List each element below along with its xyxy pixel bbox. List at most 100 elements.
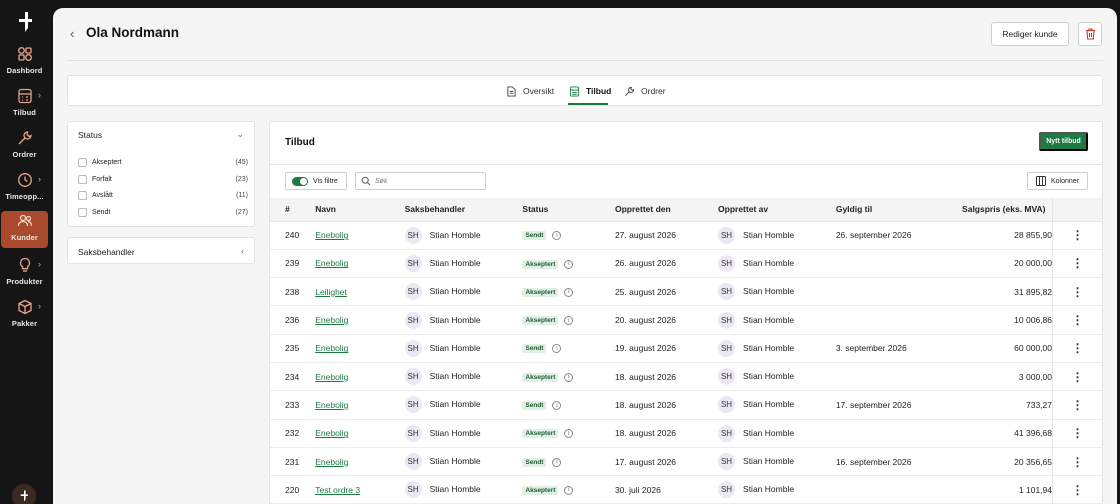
sidebar-item-ordrer[interactable]: Ordrer [1,128,48,165]
delete-button[interactable] [1078,22,1102,46]
more-options-icon[interactable]: ⋮ [1072,370,1084,384]
sidebar-item-tilbud[interactable]: › Tilbud [1,86,48,123]
actions-header [1052,198,1102,222]
column-header[interactable]: # [270,198,316,222]
offer-name-link[interactable]: Enebolig [315,315,348,325]
info-icon[interactable]: i [564,287,574,297]
creator-name: Stian Homble [743,427,795,438]
filter-option-sendt[interactable]: Sendt (27) [78,206,248,218]
info-icon[interactable]: i [564,372,574,382]
divider [270,164,1102,165]
chevron-down-icon[interactable]: ⌄ [236,129,244,140]
workspace-logo-icon[interactable] [12,484,36,504]
table-row[interactable]: 231 Enebolig SH Stian Homble Sendt i 17. augus… [270,447,1102,476]
info-icon[interactable]: i [552,457,562,467]
offer-name-link[interactable]: Enebolig [315,428,348,438]
more-options-icon[interactable]: ⋮ [1072,455,1084,469]
created-date: 18. august 2026 [614,371,676,382]
checkbox[interactable] [78,190,87,200]
sidebar-item-timeopp[interactable]: › Timeopp... [1,170,48,207]
edit-customer-button[interactable]: Rediger kunde [991,22,1069,46]
checkbox[interactable] [78,157,87,167]
more-options-icon[interactable]: ⋮ [1072,398,1084,412]
offer-id: 233 [285,399,300,410]
checkbox[interactable] [78,174,87,184]
info-icon[interactable]: i [552,231,562,241]
more-options-icon[interactable]: ⋮ [1072,313,1084,327]
show-filters-toggle[interactable]: Vis filtre [285,172,347,190]
column-header[interactable]: Salgspris (eks. MVA) [962,198,1053,222]
search-input[interactable] [355,172,486,190]
tab-bar: Oversikt Tilbud Ordrer [67,75,1103,106]
document-icon [507,85,516,97]
filter-option-akseptert[interactable]: Akseptert (45) [78,156,248,168]
status-badge: Sendt [522,457,547,467]
column-header[interactable]: Opprettet av [718,198,836,222]
more-options-icon[interactable]: ⋮ [1072,426,1084,440]
wrench-icon [17,130,33,146]
column-header[interactable]: Saksbehandler [404,198,523,222]
offers-table: # Navn Saksbehandler Status Opprettet de… [270,198,1102,504]
tab-ordrer[interactable]: Ordrer [624,84,666,98]
table-row[interactable]: 238 Leilighet SH Stian Homble Akseptert i 25. … [270,277,1102,306]
app-logo-icon[interactable] [15,11,35,33]
table-row[interactable]: 234 Enebolig SH Stian Homble Akseptert i 18. a… [270,362,1102,391]
table-row[interactable]: 233 Enebolig SH Stian Homble Sendt i 18. augus… [270,390,1102,420]
table-row[interactable]: 232 Enebolig SH Stian Homble Akseptert i 18. a… [270,419,1102,448]
filter-option-avslatt[interactable]: Avslått (11) [78,189,248,201]
offer-name-link[interactable]: Enebolig [315,457,348,467]
avatar: SH [404,396,422,414]
table-row[interactable]: 240 Enebolig SH Stian Homble Sendt i 27. augus… [270,221,1102,250]
trash-icon [1085,28,1095,40]
table-row[interactable]: 235 Enebolig SH Stian Homble Sendt i 19. augus… [270,334,1102,363]
offer-name-link[interactable]: Enebolig [315,372,348,382]
offer-name-link[interactable]: Enebolig [315,400,348,410]
tab-oversikt[interactable]: Oversikt [506,84,554,98]
sidebar-item-pakker[interactable]: › Pakker [1,297,48,334]
sidebar-item-dashbord[interactable]: Dashbord [1,44,48,81]
more-options-icon[interactable]: ⋮ [1072,285,1084,299]
chevron-left-icon[interactable]: ‹ [241,246,244,256]
column-header[interactable]: Navn [315,198,405,222]
filter-option-forfalt[interactable]: Forfalt (23) [78,173,248,185]
back-chevron-icon[interactable]: ‹ [70,26,74,41]
offer-name-link[interactable]: Enebolig [315,343,348,353]
valid-until [836,306,962,334]
more-options-icon[interactable]: ⋮ [1072,256,1084,270]
info-icon[interactable]: i [552,401,562,411]
table-row[interactable]: 236 Enebolig SH Stian Homble Akseptert i 20. a… [270,305,1102,335]
tab-tilbud[interactable]: Tilbud [569,84,611,98]
offer-name-link[interactable]: Enebolig [315,230,348,240]
created-date: 17. august 2026 [614,456,676,467]
table-row[interactable]: 239 Enebolig SH Stian Homble Akseptert i 26. a… [270,249,1102,278]
info-icon[interactable]: i [564,429,574,439]
more-options-icon[interactable]: ⋮ [1072,341,1084,355]
columns-button[interactable]: Kolonner [1027,172,1088,190]
valid-until [836,362,962,390]
table-row[interactable]: 220 Test ordre 3 SH Stian Homble Akseptert i 3… [270,475,1102,504]
column-header[interactable]: Status [522,198,615,222]
checkbox[interactable] [78,207,87,217]
info-icon[interactable]: i [564,316,574,326]
info-icon[interactable]: i [564,259,574,269]
creator-name: Stian Homble [743,314,795,325]
page-title: Ola Nordmann [86,25,180,40]
new-offer-button[interactable]: Nytt tilbud [1039,132,1088,151]
avatar: SH [404,283,422,301]
offer-name-link[interactable]: Enebolig [315,258,348,268]
column-header[interactable]: Gyldig til [835,198,963,222]
created-date: 19. august 2026 [614,343,676,354]
toggle-switch[interactable] [292,176,308,186]
offer-name-link[interactable]: Test ordre 3 [315,485,360,495]
column-header[interactable]: Opprettet den [614,198,719,222]
info-icon[interactable]: i [564,485,574,495]
columns-label: Kolonner [1050,177,1080,185]
more-options-icon[interactable]: ⋮ [1072,228,1084,242]
sidebar-item-produkter[interactable]: › Produkter [1,255,48,292]
offer-name-link[interactable]: Leilighet [315,287,347,297]
saksbehandler-filter-panel[interactable]: Saksbehandler ‹ [67,237,255,264]
info-icon[interactable]: i [552,344,562,354]
more-options-icon[interactable]: ⋮ [1072,483,1084,497]
sidebar-item-kunder[interactable]: Kunder [1,211,48,248]
offer-id: 236 [285,315,300,326]
